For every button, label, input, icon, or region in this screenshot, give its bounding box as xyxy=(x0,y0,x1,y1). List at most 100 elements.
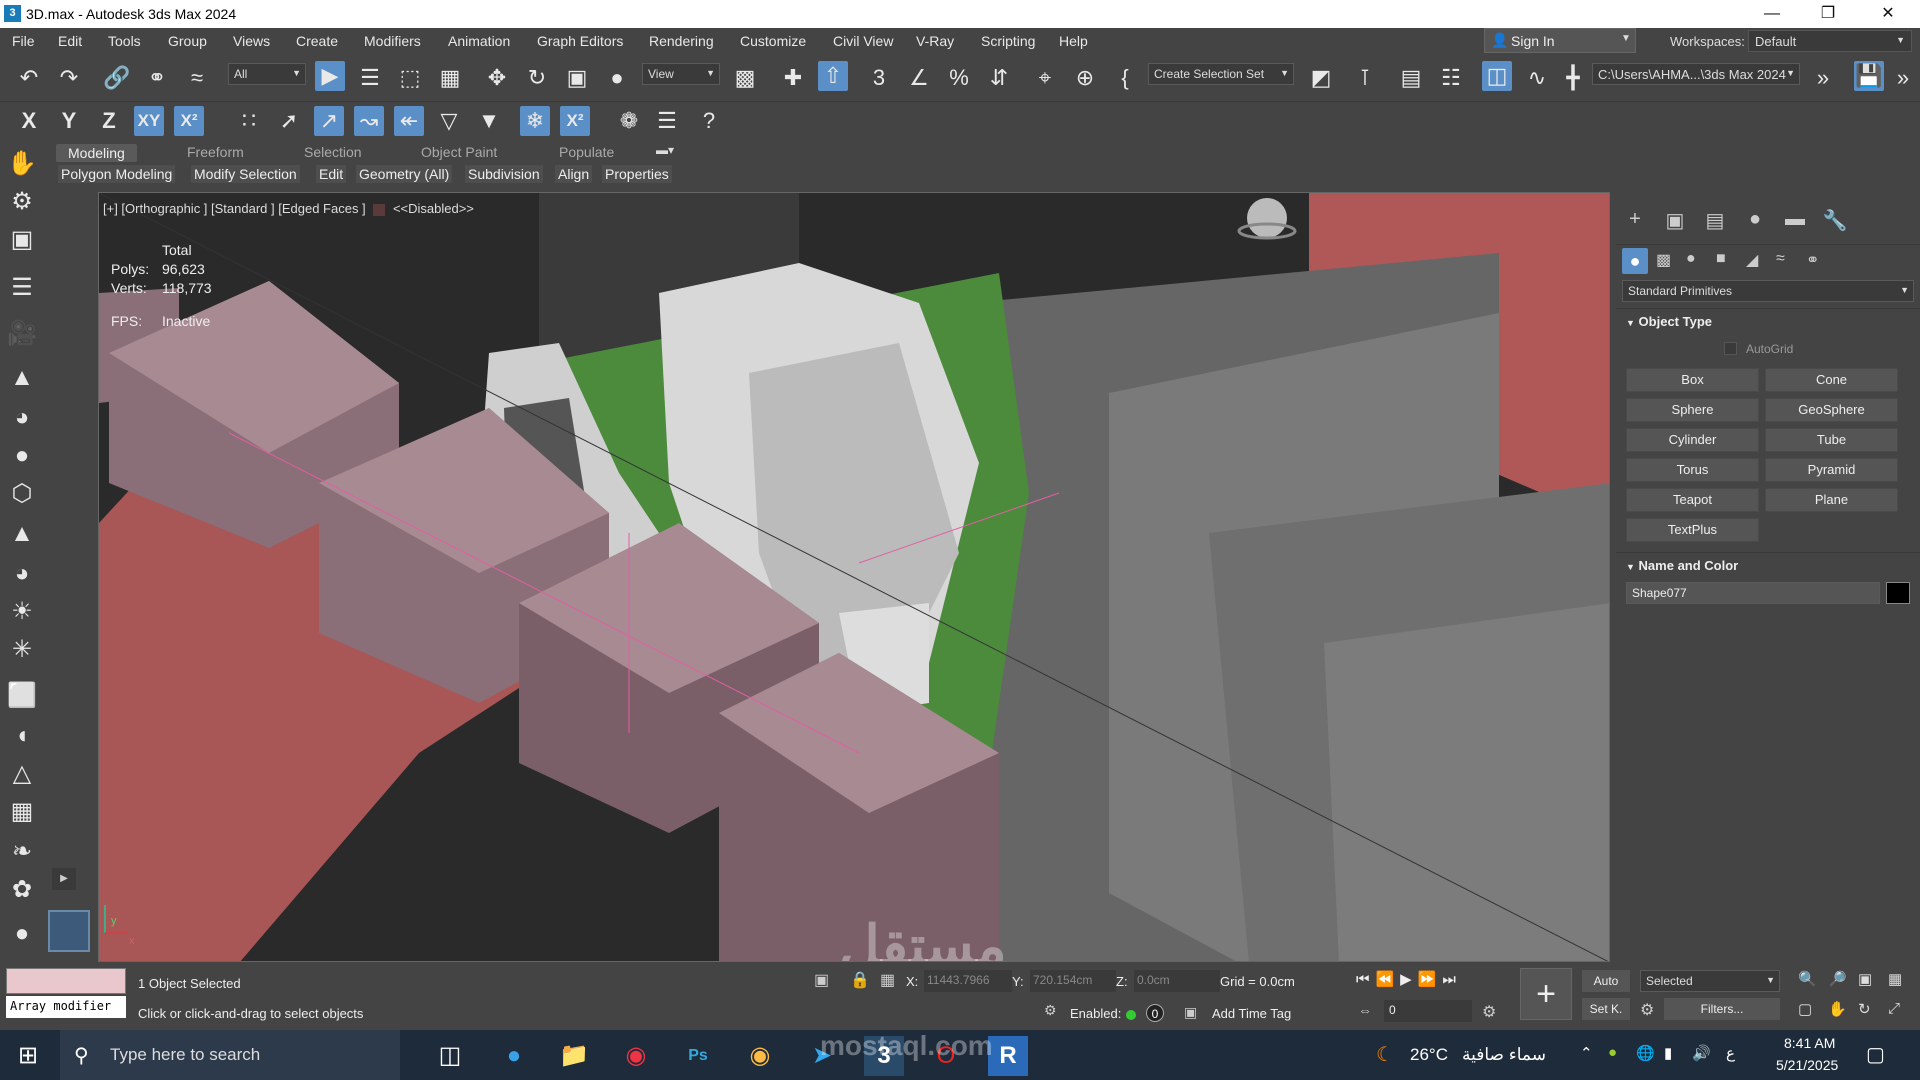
workspaces-dropdown[interactable]: Default ▼ xyxy=(1748,30,1912,52)
battery-icon[interactable]: ▮ xyxy=(1664,1044,1672,1062)
expand-arrow-icon[interactable]: ▶ xyxy=(52,868,76,890)
list-icon[interactable]: ☰ xyxy=(652,106,682,136)
schematic-view-icon[interactable]: ╋ xyxy=(1558,63,1588,93)
percent-snap-icon[interactable]: % xyxy=(944,63,974,93)
lock-icon[interactable]: 🔒 xyxy=(850,970,870,990)
modifier-field[interactable]: Array modifier xyxy=(6,996,126,1018)
task-view-icon[interactable]: ◫ xyxy=(430,1036,470,1076)
select-manipulate-icon[interactable]: ✚ xyxy=(778,63,808,93)
tray-app-icon[interactable]: ● xyxy=(1608,1044,1617,1061)
align-icon[interactable]: ⊺ xyxy=(1350,63,1380,93)
time-config-arrows-icon[interactable]: ⇔ xyxy=(1358,1002,1372,1018)
cameras-icon[interactable]: ■ xyxy=(1716,250,1726,268)
geometry-icon[interactable]: ● xyxy=(1622,248,1648,274)
maximize-viewport-icon[interactable]: ⤢ xyxy=(1888,1000,1900,1017)
viewport-label[interactable]: [+] [Orthographic ] [Standard ] [Edged F… xyxy=(103,201,474,216)
bulb-icon[interactable]: ◕ xyxy=(6,558,38,590)
menu-file[interactable]: File xyxy=(12,33,35,49)
face-snap-icon[interactable]: ▼ xyxy=(474,106,504,136)
scale-icon[interactable]: ▣ xyxy=(562,63,592,93)
move-icon[interactable]: ✥ xyxy=(482,63,512,93)
key-filters-icon[interactable]: ⚙ xyxy=(1640,1000,1654,1020)
half-sphere-icon[interactable]: ◕ xyxy=(6,402,38,434)
menu-customize[interactable]: Customize xyxy=(740,33,806,49)
pyramid-icon[interactable]: △ xyxy=(6,758,38,790)
object-paint-icon[interactable]: ✋ xyxy=(6,148,38,180)
pyramid-button[interactable]: Pyramid xyxy=(1765,458,1898,482)
windows-start-icon[interactable]: ⊞ xyxy=(8,1036,48,1076)
chevron-right-double-icon[interactable]: » xyxy=(1888,63,1918,93)
help-icon[interactable]: ? xyxy=(694,106,724,136)
menu-tools[interactable]: Tools xyxy=(108,33,141,49)
tab-freeform[interactable]: Freeform xyxy=(187,144,244,160)
z-coord-field[interactable]: 0.0cm xyxy=(1134,970,1220,992)
x-coord-field[interactable]: 11443.7966 xyxy=(924,970,1012,992)
name-color-header[interactable]: ▼ Name and Color xyxy=(1626,558,1916,580)
dodecahedron-icon[interactable]: ⬡ xyxy=(6,478,38,510)
menu-civil-view[interactable]: Civil View xyxy=(833,33,893,49)
menu-vray[interactable]: V-Ray xyxy=(916,33,954,49)
menu-help[interactable]: Help xyxy=(1059,33,1088,49)
curve-editor-icon[interactable]: ∿ xyxy=(1522,63,1552,93)
orbit-icon[interactable]: ↻ xyxy=(1858,1000,1871,1018)
weather-icon[interactable]: ☾ xyxy=(1376,1042,1394,1067)
menu-views[interactable]: Views xyxy=(233,33,270,49)
zoom-extents-all-icon[interactable]: ▦ xyxy=(1888,970,1902,988)
bind-spacewarp-icon[interactable]: ≈ xyxy=(182,63,212,93)
list-icon[interactable]: ☰ xyxy=(6,272,38,304)
sun-icon[interactable]: ☀ xyxy=(6,596,38,628)
endpoint-snap-icon[interactable]: ↝ xyxy=(354,106,384,136)
camera-icon[interactable]: ▣ xyxy=(6,224,38,256)
modify-tab-icon[interactable]: ▣ xyxy=(1660,208,1690,232)
zoom-icon[interactable]: 🔍 xyxy=(1798,970,1817,988)
plane-button[interactable]: Plane xyxy=(1765,488,1898,512)
edge-snap-icon[interactable]: ▽ xyxy=(434,106,464,136)
photoshop-icon[interactable]: Ps xyxy=(678,1036,718,1076)
filters-button[interactable]: Filters... xyxy=(1664,998,1780,1020)
taskbar-search[interactable]: ⚲ Type here to search xyxy=(60,1030,400,1080)
menu-modifiers[interactable]: Modifiers xyxy=(364,33,421,49)
sphere-light-icon[interactable]: ● xyxy=(6,440,38,472)
shapes-icon[interactable]: ▩ xyxy=(1656,250,1671,270)
tab-modeling[interactable]: Modeling xyxy=(56,144,137,162)
snaps-3d-icon[interactable]: 3 xyxy=(864,63,894,93)
tab-populate[interactable]: Populate xyxy=(559,144,614,160)
lamp-icon[interactable]: ▲ xyxy=(6,518,38,550)
axis-x-icon[interactable]: X xyxy=(14,106,44,136)
orbit-icon[interactable]: ⚙ xyxy=(6,186,38,218)
subtab-subdivision[interactable]: Subdivision xyxy=(465,165,543,183)
subtab-polygon-modeling[interactable]: Polygon Modeling xyxy=(58,165,176,183)
key-set-dropdown[interactable]: Selected ▼ xyxy=(1640,970,1780,992)
menu-group[interactable]: Group xyxy=(168,33,207,49)
teapot-button[interactable]: Teapot xyxy=(1626,488,1759,512)
freeze-icon[interactable]: ❄ xyxy=(520,106,550,136)
material-sphere-icon[interactable]: ● xyxy=(6,918,38,950)
named-selection-dropdown[interactable]: Create Selection Set ▼ xyxy=(1148,63,1294,85)
subtab-geometry-all[interactable]: Geometry (All) xyxy=(356,165,453,183)
chevron-right-double-icon[interactable]: » xyxy=(1808,63,1838,93)
vertex-snap-icon[interactable]: ↗ xyxy=(314,106,344,136)
edit-named-selection-icon[interactable]: ⌖ xyxy=(1030,63,1060,93)
grid-snap-icon[interactable]: ∷ xyxy=(234,106,264,136)
ribbon-toggle-icon[interactable]: ◫ xyxy=(1482,61,1512,91)
mirror-target-icon[interactable]: ⊕ xyxy=(1070,63,1100,93)
select-object-icon[interactable]: ▶ xyxy=(315,61,345,91)
cylinder-button[interactable]: Cylinder xyxy=(1626,428,1759,452)
axis-y-icon[interactable]: Y xyxy=(54,106,84,136)
tube-button[interactable]: Tube xyxy=(1765,428,1898,452)
menu-edit[interactable]: Edit xyxy=(58,33,82,49)
sign-in-button[interactable]: 👤 Sign In ▼ xyxy=(1484,28,1636,53)
systems-icon[interactable]: ⚭ xyxy=(1806,250,1819,270)
axis-xy-icon[interactable]: XY xyxy=(134,106,164,136)
spotlight-icon[interactable]: ▲ xyxy=(6,362,38,394)
grass-icon[interactable]: ❧ xyxy=(6,836,38,868)
scene-explorer-icon[interactable]: ▤ xyxy=(1396,63,1426,93)
language-indicator[interactable]: ع xyxy=(1726,1044,1735,1062)
volume-icon[interactable]: 🔊 xyxy=(1692,1044,1711,1062)
time-config-icon[interactable]: ⚙ xyxy=(1482,1002,1496,1022)
project-path-dropdown[interactable]: C:\Users\AHMA...\3ds Max 2024 ▼ xyxy=(1592,63,1800,85)
file-explorer-icon[interactable]: 📁 xyxy=(554,1036,594,1076)
layer-explorer-icon[interactable]: ☷ xyxy=(1436,63,1466,93)
display-tab-icon[interactable]: ▬ xyxy=(1780,208,1810,232)
network-icon[interactable]: 🌐 xyxy=(1636,1044,1655,1062)
